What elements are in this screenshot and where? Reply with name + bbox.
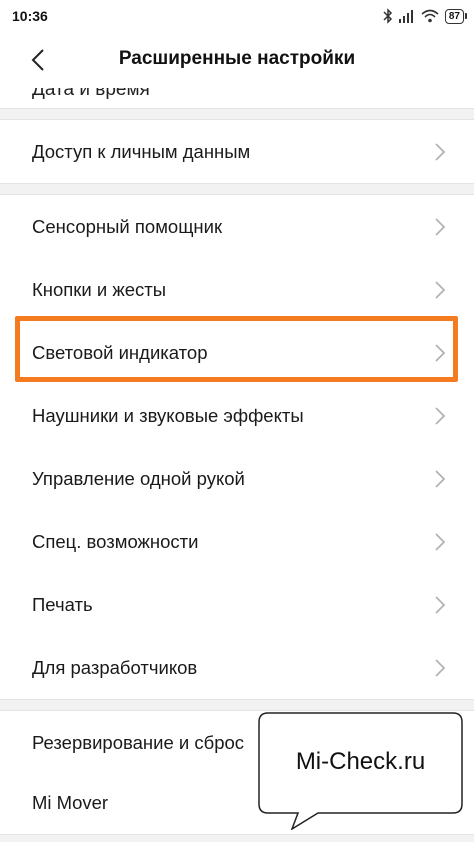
settings-item-one-handed[interactable]: Управление одной рукой — [0, 447, 474, 510]
settings-item-buttons-gestures[interactable]: Кнопки и жесты — [0, 258, 474, 321]
settings-item-label: Доступ к личным данным — [32, 140, 251, 162]
battery-icon: 87 — [444, 8, 468, 24]
section-divider — [0, 183, 474, 195]
settings-item-led-indicator[interactable]: Световой индикатор — [0, 321, 474, 384]
settings-item-accessibility[interactable]: Спец. возможности — [0, 510, 474, 573]
signal-icon — [398, 9, 415, 23]
settings-item-label: Резервирование и сброс — [32, 731, 245, 753]
settings-item-label: Спец. возможности — [32, 530, 199, 552]
chevron-right-icon — [435, 280, 446, 299]
section-divider — [0, 108, 474, 120]
top-app-bar: Расширенные настройки — [0, 32, 474, 88]
settings-item-touch-assistant[interactable]: Сенсорный помощник — [0, 195, 474, 258]
settings-item-label: Mi Mover — [32, 791, 109, 813]
chevron-right-icon — [435, 469, 446, 488]
bluetooth-icon — [383, 8, 393, 24]
chevron-right-icon — [435, 217, 446, 236]
chevron-right-icon — [435, 343, 446, 362]
watermark-text: Mi-Check.ru — [295, 748, 426, 775]
chevron-right-icon — [435, 406, 446, 425]
settings-item-label: Наушники и звуковые эффекты — [32, 404, 304, 426]
wifi-icon — [421, 9, 439, 23]
settings-item-developer-options[interactable]: Для разработчиков — [0, 636, 474, 699]
settings-item-label: Кнопки и жесты — [32, 278, 167, 300]
chevron-right-icon — [435, 658, 446, 677]
chevron-right-icon — [435, 142, 446, 161]
settings-item-privacy[interactable]: Доступ к личным данным — [0, 120, 474, 183]
watermark-bubble: Mi-Check.ru — [258, 712, 463, 830]
settings-item-label: Печать — [32, 593, 93, 615]
page-title: Расширенные настройки — [118, 48, 356, 69]
section-divider — [0, 699, 474, 711]
status-icons: 87 — [383, 7, 468, 25]
chevron-right-icon — [435, 532, 446, 551]
settings-item-label: Сенсорный помощник — [32, 215, 223, 237]
settings-item-label: Световой индикатор — [32, 341, 208, 363]
settings-item-printing[interactable]: Печать — [0, 573, 474, 636]
settings-item-label: Управление одной рукой — [32, 467, 245, 489]
status-bar: 10:36 87 — [0, 0, 474, 32]
partially-visible-item[interactable]: Дата и время — [0, 88, 474, 108]
chevron-right-icon — [435, 595, 446, 614]
status-time: 10:36 — [12, 8, 48, 24]
settings-item-headphones-audio[interactable]: Наушники и звуковые эффекты — [0, 384, 474, 447]
settings-item-label: Для разработчиков — [32, 656, 198, 678]
partially-visible-label: Дата и время — [32, 88, 150, 100]
